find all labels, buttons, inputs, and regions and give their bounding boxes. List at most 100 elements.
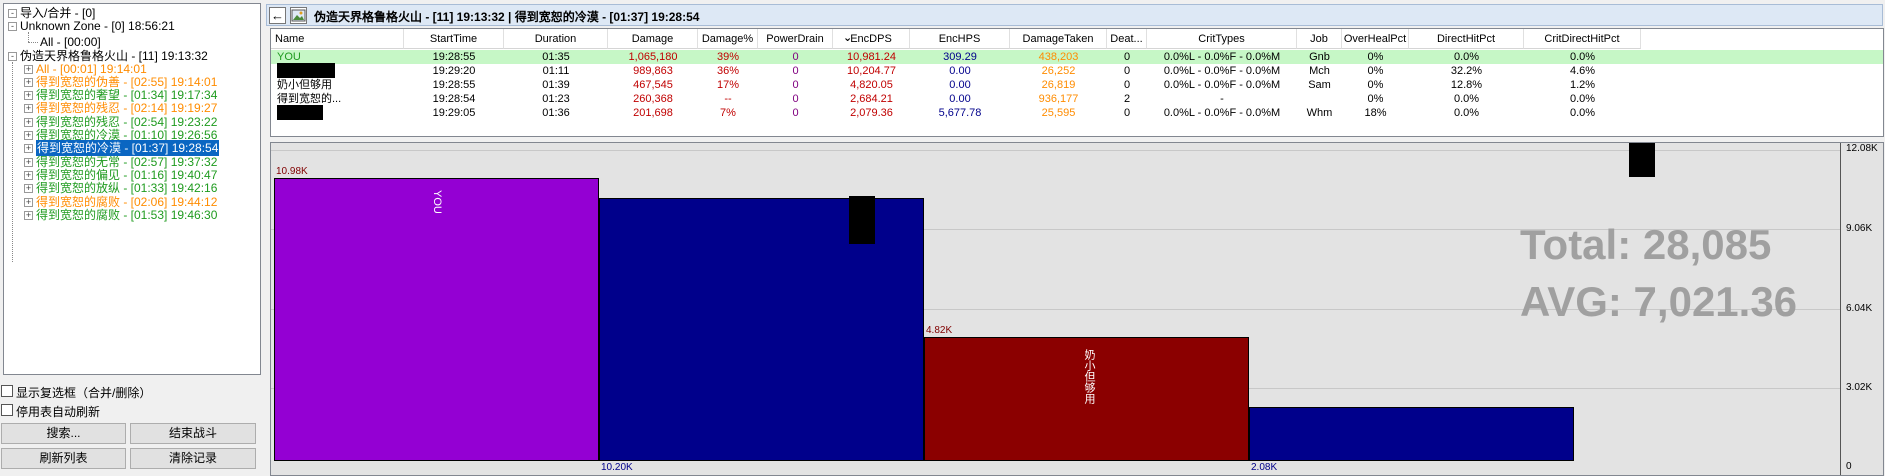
redacted-name-block: [849, 196, 875, 244]
expand-icon[interactable]: +: [24, 91, 33, 100]
table-cell: Sam: [1308, 79, 1331, 91]
table-cell: 4.6%: [1569, 65, 1596, 77]
expand-icon[interactable]: +: [24, 158, 33, 167]
table-cell: 19:28:55: [432, 79, 476, 91]
table-cell: 32.2%: [1450, 65, 1483, 77]
table-cell: 0.00: [949, 93, 971, 105]
expand-icon[interactable]: +: [24, 65, 33, 74]
bar-name-label: 奶小但够用: [1083, 349, 1095, 404]
image-export-icon[interactable]: [290, 7, 307, 24]
expand-icon[interactable]: +: [24, 171, 33, 180]
table-cell: 4,820.05: [850, 79, 893, 91]
dps-graph: 12.08K 9.06K 6.04K 3.02K 0 10.98K YOU 10.2…: [270, 142, 1884, 476]
column-header[interactable]: DirectHitPct: [1409, 29, 1524, 49]
table-cell: 467,545: [633, 79, 673, 91]
table-cell: 0.0%L - 0.0%F - 0.0%M: [1163, 79, 1281, 91]
column-header[interactable]: CritTypes: [1147, 29, 1297, 49]
table-cell: 1,065,180: [628, 51, 678, 63]
table-cell: 2: [1123, 93, 1131, 105]
y-tick-label: 6.04K: [1846, 303, 1873, 314]
collapse-icon[interactable]: -: [8, 52, 17, 61]
sort-descending-icon: ⌄: [843, 32, 853, 44]
table-cell: 0.0%L - 0.0%F - 0.0%M: [1163, 65, 1281, 77]
column-header[interactable]: Damage%: [698, 29, 758, 49]
table-cell: 18%: [1364, 107, 1387, 119]
expand-icon[interactable]: +: [24, 78, 33, 87]
redacted-name-block: [277, 105, 323, 120]
table-cell: 0: [792, 107, 799, 119]
back-arrow-icon[interactable]: ←: [269, 7, 286, 24]
column-header[interactable]: Deat...: [1107, 29, 1147, 49]
bar[interactable]: [1249, 407, 1574, 461]
expand-icon[interactable]: +: [24, 144, 33, 153]
column-header[interactable]: PowerDrain: [758, 29, 833, 49]
table-cell: 39%: [716, 51, 740, 63]
column-header[interactable]: Job: [1297, 29, 1342, 49]
bar[interactable]: [599, 198, 924, 461]
column-header[interactable]: Duration: [504, 29, 608, 49]
table-cell: 0%: [1367, 65, 1384, 77]
expand-icon[interactable]: +: [24, 211, 33, 220]
redacted-name-block: [1629, 143, 1655, 177]
expand-icon[interactable]: +: [24, 104, 33, 113]
table-cell: 19:29:20: [432, 65, 476, 77]
table-cell: 0.0%: [1453, 107, 1480, 119]
table-cell: Mch: [1309, 65, 1330, 77]
column-header[interactable]: Damage: [608, 29, 698, 49]
table-cell: 0.0%: [1453, 51, 1480, 63]
table-cell: 19:28:55: [432, 51, 476, 63]
disable-refresh-checkbox[interactable]: [1, 404, 13, 416]
clear-records-button[interactable]: 清除记录: [130, 448, 256, 469]
table-cell: 12.8%: [1450, 79, 1483, 91]
expand-icon[interactable]: +: [24, 131, 33, 140]
column-header[interactable]: Name: [271, 29, 404, 49]
table-cell: 0%: [1367, 93, 1384, 105]
tree-line: [28, 42, 38, 43]
table-cell: 0: [792, 79, 799, 91]
table-cell: 25,595: [1041, 107, 1076, 119]
column-header[interactable]: StartTime: [404, 29, 504, 49]
expand-icon[interactable]: +: [24, 118, 33, 127]
grid-line: [271, 150, 1840, 151]
table-cell: --: [724, 93, 732, 105]
table-cell: 01:39: [542, 79, 570, 91]
table-cell: 309.29: [943, 51, 977, 63]
column-header[interactable]: CritDirectHitPct: [1524, 29, 1641, 49]
table-cell: 0: [792, 51, 799, 63]
table-cell: 0.0%: [1569, 107, 1596, 119]
bar[interactable]: [274, 178, 599, 461]
expand-icon[interactable]: -: [8, 9, 17, 18]
encounter-title: 伪造天界格鲁格火山 - [11] 19:13:32 | 得到宽恕的冷漠 - [0…: [314, 10, 700, 24]
table-cell: Gnb: [1309, 51, 1330, 63]
avg-damage-text: AVG: 7,021.36: [1520, 278, 1798, 325]
table-cell: 2,079.36: [850, 107, 893, 119]
collapse-icon[interactable]: -: [8, 22, 17, 31]
table-cell: 01:35: [542, 51, 570, 63]
table-cell: 0.0%: [1569, 93, 1596, 105]
column-header[interactable]: EncHPS: [910, 29, 1010, 49]
bar-value-label: 10.98K: [276, 166, 308, 177]
end-battle-button[interactable]: 结束战斗: [130, 423, 256, 444]
column-header[interactable]: DamageTaken: [1010, 29, 1107, 49]
table-cell: 36%: [716, 65, 740, 77]
tree-node-unknown-zone[interactable]: Unknown Zone - [0] 18:56:21: [20, 18, 175, 34]
column-header[interactable]: OverHealPct: [1342, 29, 1409, 49]
search-button[interactable]: 搜索...: [1, 423, 126, 444]
table-cell: 得到宽恕的...: [277, 93, 342, 105]
encounter-tree[interactable]: - 导入/合并 - [0] - Unknown Zone - [0] 18:56…: [3, 3, 261, 375]
table-cell: YOU: [277, 51, 301, 63]
refresh-list-button[interactable]: 刷新列表: [1, 448, 126, 469]
table-cell: 0: [1123, 51, 1131, 63]
show-checkbox-label: 显示复选框（合并/删除）: [16, 386, 152, 400]
table-cell: 0%: [1367, 79, 1384, 91]
expand-icon[interactable]: +: [24, 198, 33, 207]
table-cell: 01:36: [542, 107, 570, 119]
tree-node-encounter[interactable]: 得到宽恕的腐败 - [01:53] 19:46:30: [36, 207, 217, 223]
expand-icon[interactable]: +: [24, 184, 33, 193]
table-cell: 17%: [716, 79, 740, 91]
tree-line: [12, 62, 13, 262]
table-cell: 438,203: [1038, 51, 1079, 63]
table-cell: 奶小但够用: [277, 79, 332, 91]
table-cell: 201,698: [633, 107, 673, 119]
show-checkbox-checkbox[interactable]: [1, 385, 13, 397]
